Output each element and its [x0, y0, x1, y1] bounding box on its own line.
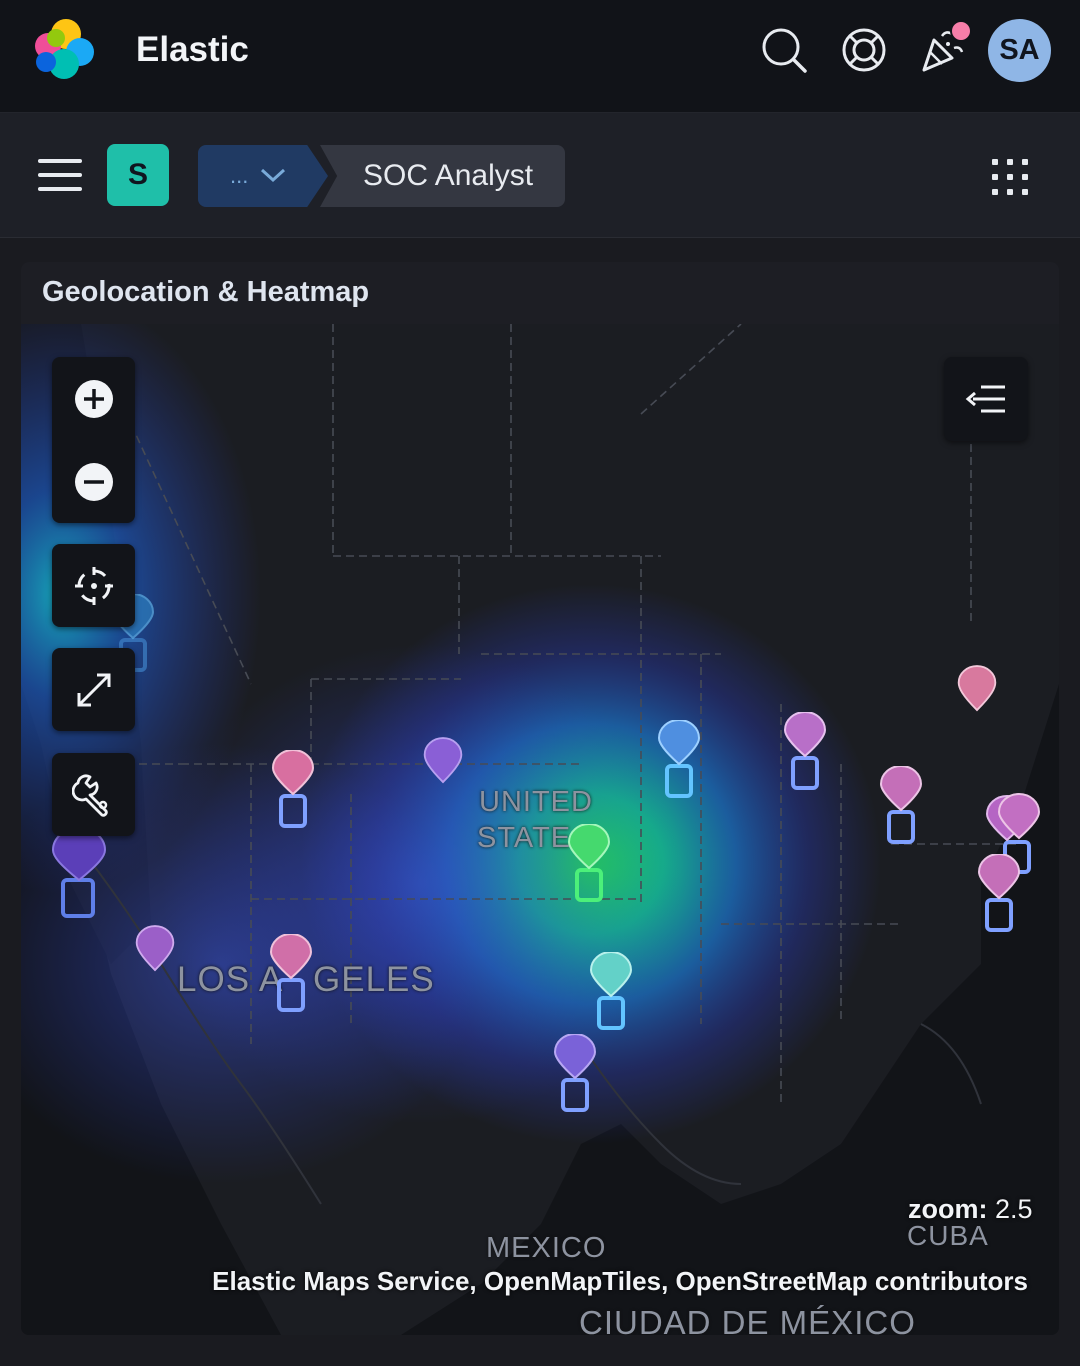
- zoom-in-button[interactable]: [52, 357, 135, 440]
- apps-grid-icon[interactable]: [990, 157, 1030, 197]
- user-avatar[interactable]: SA: [988, 19, 1051, 82]
- map-label-states: STATE: [477, 822, 572, 854]
- notification-dot: [950, 20, 972, 42]
- zoom-label: zoom:: [908, 1194, 988, 1224]
- fullscreen-icon: [77, 673, 110, 706]
- search-icon[interactable]: [760, 26, 808, 74]
- breadcrumb-collapsed[interactable]: ...: [198, 145, 328, 207]
- map-marker-pin[interactable]: [269, 750, 317, 834]
- tools-button[interactable]: [52, 753, 135, 836]
- elastic-logo[interactable]: [28, 16, 98, 82]
- map-canvas[interactable]: UNITED STATE LOS A GELES MEXICO CUBA CIU…: [21, 324, 1059, 1335]
- locate-button[interactable]: [52, 544, 135, 627]
- legend-toggle-button[interactable]: [944, 357, 1028, 441]
- map-label-united: UNITED: [479, 786, 593, 818]
- map-marker-pin[interactable]: [655, 720, 703, 804]
- map-label-mexico: MEXICO: [486, 1232, 607, 1264]
- map-marker-pin[interactable]: [421, 734, 465, 788]
- zoom-in-icon: [74, 379, 113, 418]
- map-marker-cluster[interactable]: [49, 830, 109, 922]
- tools-icon: [71, 774, 108, 817]
- map-marker-pin[interactable]: [975, 854, 1023, 938]
- zoom-controls: [52, 357, 135, 523]
- tools-button-inner: [52, 753, 135, 836]
- top-header: Elastic SA: [0, 0, 1080, 113]
- legend-toggle-inner: [944, 357, 1028, 441]
- breadcrumb-current[interactable]: SOC Analyst: [320, 145, 565, 207]
- breadcrumb-ellipsis: ...: [230, 163, 249, 188]
- map-marker-pin[interactable]: [267, 934, 315, 1018]
- zoom-out-button[interactable]: [52, 440, 135, 523]
- locate-icon: [74, 566, 113, 605]
- zoom-value: 2.5: [995, 1194, 1033, 1224]
- map-marker-pin[interactable]: [781, 712, 829, 796]
- map-marker-pin[interactable]: [551, 1034, 599, 1118]
- space-selector[interactable]: S: [107, 144, 169, 206]
- menu-icon[interactable]: [38, 157, 82, 193]
- map-marker-pin[interactable]: [587, 952, 635, 1036]
- map-panel: Geolocation & Heatmap UNITED STATE LOS A…: [21, 262, 1059, 1335]
- map-attribution[interactable]: Elastic Maps Service, OpenMapTiles, Open…: [212, 1266, 1028, 1297]
- map-marker-pin[interactable]: [877, 766, 925, 850]
- navigation-bar: S ... SOC Analyst: [0, 113, 1080, 238]
- map-marker-pin[interactable]: [133, 922, 177, 976]
- chevron-down-icon: [260, 168, 286, 183]
- zoom-readout: zoom: 2.5: [908, 1194, 1033, 1225]
- map-marker-pin[interactable]: [565, 824, 613, 908]
- fullscreen-button[interactable]: [52, 648, 135, 731]
- help-icon[interactable]: [840, 26, 888, 74]
- map-label-los-angeles-2: GELES: [313, 960, 435, 999]
- zoom-out-icon: [74, 462, 113, 501]
- legend-icon: [965, 385, 1005, 413]
- app-title: Elastic: [136, 30, 249, 69]
- fullscreen-button-inner: [52, 648, 135, 731]
- panel-title: Geolocation & Heatmap: [42, 276, 370, 308]
- map-label-ciudad-de-mexico: CIUDAD DE MÉXICO: [579, 1304, 916, 1335]
- locate-button-inner: [52, 544, 135, 627]
- map-marker-pin[interactable]: [955, 662, 999, 716]
